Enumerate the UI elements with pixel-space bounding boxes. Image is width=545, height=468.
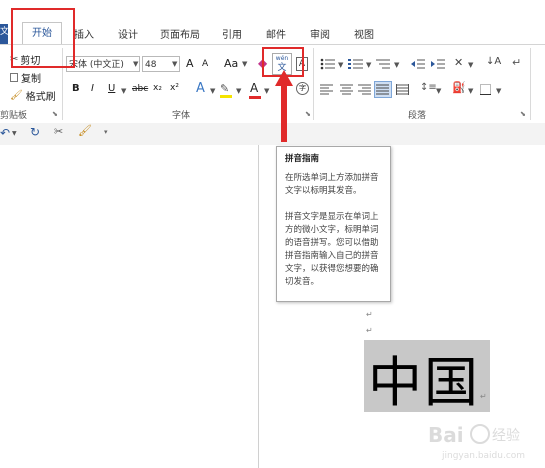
group-divider	[530, 48, 531, 120]
distributed-icon[interactable]	[396, 84, 410, 98]
chevron-down-icon[interactable]: ▼	[264, 87, 269, 95]
copy-button[interactable]: 复制	[10, 70, 41, 85]
chevron-down-icon[interactable]: ▼	[436, 87, 441, 95]
paragraph-launcher-icon[interactable]: ⬊	[520, 110, 526, 118]
tab-insert[interactable]: 插入	[74, 26, 94, 41]
format-painter-button[interactable]: 🖌 格式刷	[10, 88, 56, 103]
shading-icon[interactable]: ⛽	[452, 81, 466, 94]
subscript-button[interactable]: x₂	[153, 83, 162, 93]
align-right-icon[interactable]	[358, 84, 372, 98]
chevron-down-icon[interactable]: ▼	[338, 61, 343, 69]
font-color-bar	[249, 96, 261, 99]
font-launcher-icon[interactable]: ⬊	[305, 110, 311, 118]
borders-icon[interactable]	[480, 84, 492, 98]
sort-icon[interactable]: ↓A	[486, 56, 501, 67]
tab-review[interactable]: 审阅	[310, 26, 330, 41]
paragraph-mark: ↵	[480, 392, 487, 401]
chevron-down-icon[interactable]: ▼	[210, 87, 215, 95]
tooltip-detail: 拼音文字是显示在单词上方的微小文字，标明单词的语音拼写。您可以借助拼音指南输入自…	[285, 212, 379, 287]
group-divider	[313, 48, 314, 120]
baidu-watermark: Bai 经验 jingyan.baidu.com	[426, 418, 544, 464]
svg-text:jingyan.baidu.com: jingyan.baidu.com	[441, 451, 525, 461]
show-hide-marks-icon[interactable]: ↵	[512, 56, 521, 69]
multilevel-list-icon[interactable]	[376, 58, 392, 73]
tab-design[interactable]: 设计	[118, 26, 138, 41]
paragraph-mark: ↵	[366, 310, 373, 319]
phonetic-guide-tooltip: 拼音指南 在所选单词上方添加拼音文字以标明其发音。 拼音文字是显示在单词上方的微…	[276, 146, 391, 302]
highlight-color-bar	[220, 95, 232, 98]
tab-references[interactable]: 引用	[222, 26, 242, 41]
font-name-value: 宋体 (中文正)	[69, 60, 124, 70]
chevron-down-icon[interactable]: ▼	[366, 61, 371, 69]
chevron-down-icon[interactable]: ▼	[394, 61, 399, 69]
tab-layout[interactable]: 页面布局	[160, 26, 200, 41]
tab-file-label: 文	[0, 27, 8, 37]
chinese-layout-icon[interactable]: ✕	[454, 56, 463, 69]
font-group-label: 字体	[172, 111, 191, 121]
paintbrush-icon[interactable]: 🖌	[78, 124, 92, 137]
chevron-down-icon[interactable]: ▼	[242, 60, 247, 68]
document-left-area	[0, 145, 258, 468]
line-spacing-icon[interactable]: ↕≡	[420, 82, 437, 93]
paintbrush-icon: 🖌	[10, 90, 23, 101]
tab-mailings[interactable]: 邮件	[266, 26, 286, 41]
shrink-font-button[interactable]: A	[202, 59, 208, 69]
chevron-down-icon[interactable]: ▼	[468, 87, 473, 95]
scissors-icon[interactable]: ✂	[54, 125, 63, 138]
svg-text:经验: 经验	[492, 428, 520, 444]
annotation-arrow	[275, 70, 293, 142]
numbering-icon[interactable]	[348, 58, 364, 73]
copy-icon	[10, 73, 18, 82]
format-painter-label: 格式刷	[25, 92, 56, 103]
chevron-down-icon[interactable]: ▼	[172, 60, 177, 68]
paragraph-group-label: 段落	[408, 111, 427, 121]
text-effects-button[interactable]: A	[196, 81, 205, 96]
undo-icon[interactable]: ↶	[0, 126, 10, 140]
document-big-text[interactable]: 中国	[368, 338, 480, 417]
tooltip-description: 在所选单词上方添加拼音文字以标明其发音。	[285, 173, 379, 196]
chevron-down-icon[interactable]: ▼	[121, 87, 126, 95]
enclose-characters-button[interactable]: 字	[296, 82, 309, 95]
tab-view[interactable]: 视图	[354, 26, 374, 41]
align-left-icon[interactable]	[320, 84, 334, 98]
tooltip-title: 拼音指南	[285, 154, 320, 164]
paragraph-mark: ↵	[366, 326, 373, 335]
font-color-button[interactable]: A	[250, 81, 258, 95]
font-name-dropdown[interactable]: 宋体 (中文正)	[66, 56, 140, 72]
increase-indent-icon[interactable]	[430, 58, 446, 73]
font-size-value: 48	[145, 60, 157, 70]
enclose-char-label: 字	[299, 84, 306, 92]
copy-label: 复制	[21, 74, 41, 85]
clipboard-launcher-icon[interactable]: ⬊	[52, 110, 58, 118]
bold-button[interactable]: B	[72, 83, 80, 94]
justify-button[interactable]	[374, 81, 392, 98]
superscript-button[interactable]: x²	[170, 83, 179, 93]
redo-icon[interactable]: ↻	[30, 125, 40, 139]
svg-text:Bai: Bai	[428, 423, 464, 447]
tab-file[interactable]: 文	[0, 24, 8, 44]
bullets-icon[interactable]	[320, 58, 336, 73]
italic-button[interactable]: I	[91, 83, 94, 94]
highlight-box-home-tab	[11, 8, 75, 68]
grow-font-button[interactable]: A	[186, 57, 194, 70]
highlighter-icon[interactable]: ✎	[220, 82, 229, 95]
chevron-down-icon[interactable]: ▼	[468, 61, 473, 69]
change-case-button[interactable]: Aa	[224, 57, 238, 70]
clipboard-group-label: 剪贴板	[0, 111, 28, 121]
chevron-down-icon[interactable]: ▼	[133, 60, 138, 68]
underline-button[interactable]: U	[108, 83, 115, 94]
title-bar	[0, 0, 545, 22]
decrease-indent-icon[interactable]	[410, 58, 426, 73]
chevron-down-icon[interactable]: ▼	[236, 87, 241, 95]
chevron-down-icon[interactable]: ▼	[12, 130, 17, 137]
align-center-icon[interactable]	[340, 84, 354, 98]
justify-icon	[376, 84, 389, 95]
strikethrough-button[interactable]: abc	[132, 84, 148, 94]
page-edge	[258, 145, 259, 468]
customize-qat-icon[interactable]: ▾	[104, 128, 108, 136]
chevron-down-icon[interactable]: ▼	[496, 87, 501, 95]
